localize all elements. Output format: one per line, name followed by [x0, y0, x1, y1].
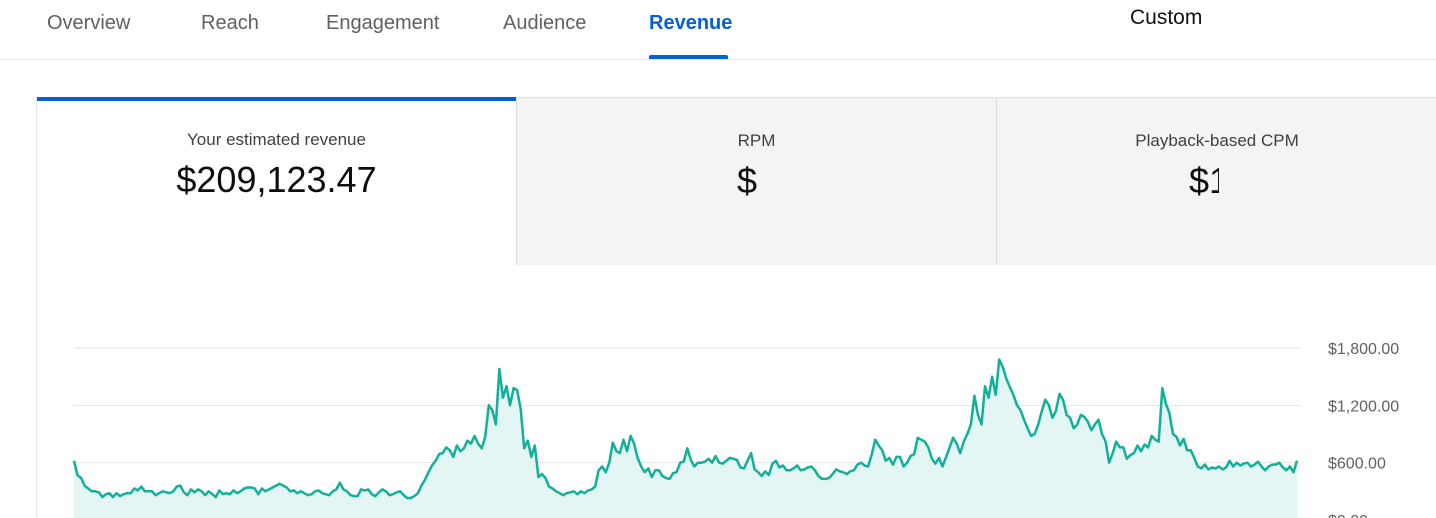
metric-card-playback-cpm[interactable]: Playback-based CPM $1 — [996, 97, 1436, 265]
metric-card-value: $ — [737, 160, 757, 201]
date-range-selector[interactable]: Custom — [1130, 6, 1202, 30]
tab-audience[interactable]: Audience — [503, 12, 586, 35]
metric-card-value: $209,123.47 — [176, 159, 377, 200]
metric-card-title: Playback-based CPM — [1135, 131, 1299, 150]
metric-card-estimated-revenue[interactable]: Your estimated revenue $209,123.47 — [37, 97, 516, 265]
selected-card-indicator — [37, 97, 516, 101]
revenue-panel: Your estimated revenue $209,123.47 RPM $… — [36, 97, 1436, 518]
tab-overview[interactable]: Overview — [47, 12, 130, 35]
metric-card-value: $1 — [1189, 160, 1219, 201]
metric-card-title: Your estimated revenue — [187, 130, 366, 149]
tab-engagement[interactable]: Engagement — [326, 12, 439, 35]
metric-card-title: RPM — [737, 131, 776, 150]
tab-reach[interactable]: Reach — [201, 12, 259, 35]
active-tab-indicator — [649, 55, 728, 59]
analytics-tabs: Overview Reach Engagement Audience Reven… — [0, 0, 1436, 60]
metric-card-rpm[interactable]: RPM $ — [516, 97, 996, 265]
tab-revenue[interactable]: Revenue — [649, 12, 732, 35]
